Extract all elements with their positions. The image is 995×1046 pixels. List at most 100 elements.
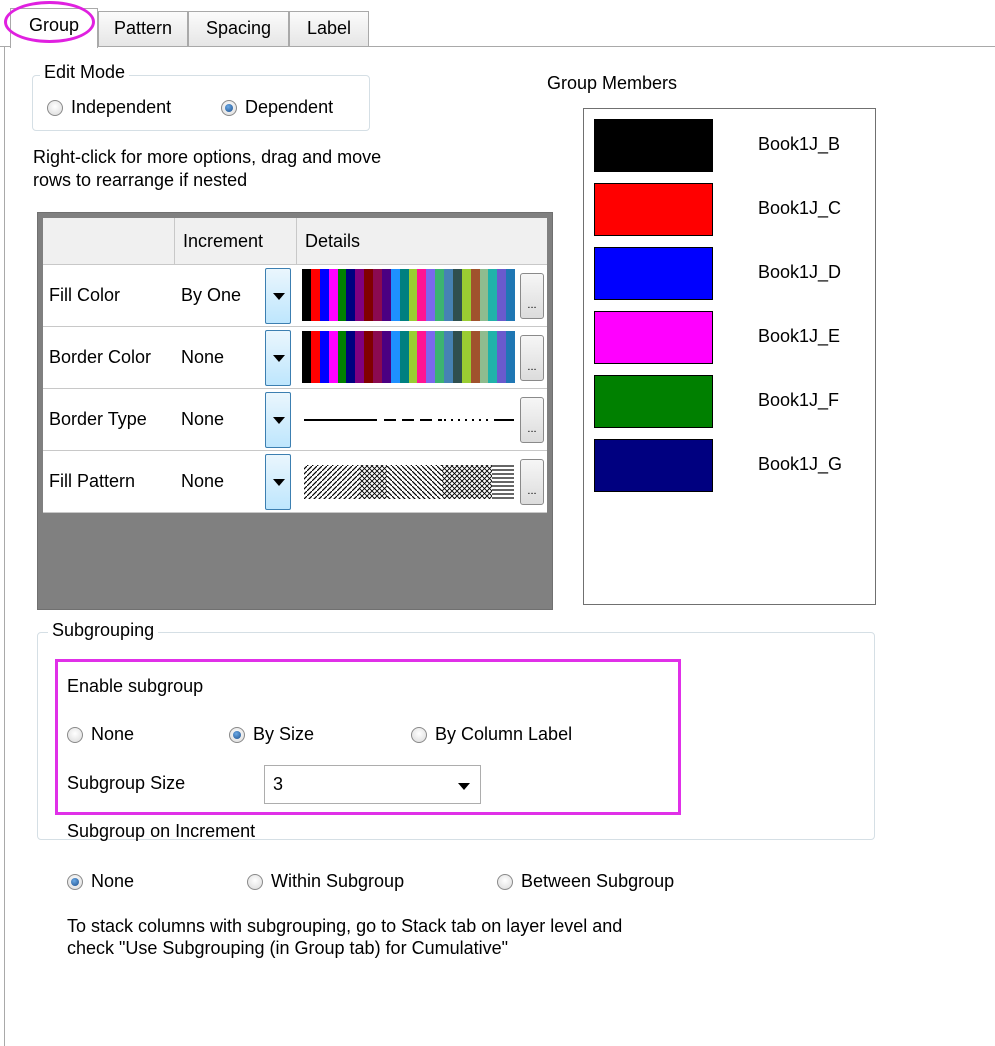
details-ellipsis-button[interactable]: ... [520, 459, 544, 505]
radio-dependent-circle[interactable] [221, 99, 237, 116]
color-list-stripe [417, 269, 427, 321]
member-color-swatch [594, 183, 713, 236]
member-label: Book1J_G [758, 454, 843, 474]
radio-dependent[interactable]: Dependent [221, 97, 333, 118]
color-list-stripe [479, 331, 489, 383]
color-list-stripe [461, 269, 471, 321]
color-list-stripe [390, 331, 400, 383]
fill-color-list-preview[interactable] [302, 269, 515, 321]
increment-dropdown-button[interactable] [265, 330, 291, 386]
grid-header: Increment Details [43, 218, 547, 265]
grid-row-fill-pattern[interactable]: Fill Pattern None ... [43, 451, 547, 513]
tab-strip-baseline [0, 46, 995, 47]
color-list-stripe [381, 269, 391, 321]
color-list-stripe [355, 331, 365, 383]
border-color-list-preview[interactable] [302, 331, 515, 383]
color-list-stripe [444, 331, 453, 383]
radio-independent-label: Independent [71, 97, 172, 117]
row-name: Border Color [49, 347, 152, 367]
line-style-list-preview[interactable] [302, 395, 515, 445]
member-color-swatch [594, 247, 713, 300]
enable-subgroup-label: Enable subgroup [67, 676, 204, 696]
radio-subgroup-by-size-label: By Size [253, 724, 315, 744]
color-list-stripe [497, 269, 507, 321]
member-color-swatch [594, 311, 713, 364]
color-list-stripe [444, 269, 453, 321]
color-list-stripe [390, 269, 400, 321]
color-list-stripe [408, 269, 418, 321]
color-list-stripe [346, 331, 356, 383]
color-list-stripe [488, 269, 498, 321]
grid-row-border-color[interactable]: Border Color None ... [43, 327, 547, 389]
color-list-stripe [408, 331, 418, 383]
color-list-stripe [373, 331, 382, 383]
grid-hint-line1: Right-click for more options, drag and m… [33, 147, 382, 167]
radio-subgroup-by-size-circle[interactable] [229, 726, 245, 743]
color-list-stripe [399, 269, 409, 321]
group-members-list[interactable]: Book1J_B Book1J_C Book1J_D Book1J_E Book… [583, 108, 876, 605]
subgroup-on-increment-label: Subgroup on Increment [67, 821, 256, 841]
member-label: Book1J_B [758, 134, 841, 154]
row-increment-value[interactable]: By One [181, 265, 241, 326]
color-list-stripe [417, 331, 427, 383]
tab-spacing[interactable]: Spacing [188, 11, 289, 46]
details-ellipsis-button[interactable]: ... [520, 335, 544, 381]
color-list-stripe [337, 331, 347, 383]
edit-mode-legend: Edit Mode [40, 62, 130, 83]
color-list-stripe [328, 269, 338, 321]
color-list-stripe [319, 269, 329, 321]
increment-dropdown-button[interactable] [265, 454, 291, 510]
radio-increment-none[interactable]: None [67, 871, 134, 892]
radio-subgroup-by-column-label-circle[interactable] [411, 726, 427, 743]
radio-increment-none-circle[interactable] [67, 873, 83, 890]
color-list-stripe [337, 269, 347, 321]
group-members-title: Group Members [547, 73, 678, 93]
member-label: Book1J_F [758, 390, 840, 410]
row-increment-value[interactable]: None [181, 327, 224, 388]
subgroup-size-combobox[interactable]: 3 [264, 765, 481, 804]
color-list-stripe [310, 269, 320, 321]
radio-increment-none-label: None [91, 871, 135, 891]
chevron-down-icon[interactable] [458, 783, 470, 790]
radio-increment-within-circle[interactable] [247, 873, 263, 890]
color-list-stripe [364, 269, 373, 321]
grid-row-border-type[interactable]: Border Type None ... [43, 389, 547, 451]
color-list-stripe [399, 331, 409, 383]
grid-row-fill-color[interactable]: Fill Color By One ... [43, 265, 547, 327]
radio-subgroup-by-column-label[interactable]: By Column Label [411, 724, 572, 745]
row-name: Fill Color [49, 285, 121, 305]
radio-subgroup-none-circle[interactable] [67, 726, 83, 743]
radio-increment-between[interactable]: Between Subgroup [497, 871, 674, 892]
pattern-list-preview[interactable] [302, 461, 515, 503]
radio-increment-within[interactable]: Within Subgroup [247, 871, 404, 892]
radio-subgroup-by-size[interactable]: By Size [229, 724, 314, 745]
tab-label[interactable]: Label [289, 11, 369, 46]
color-list-stripe [426, 331, 436, 383]
increment-dropdown-button[interactable] [265, 392, 291, 448]
row-name: Fill Pattern [49, 471, 136, 491]
row-increment-value[interactable]: None [181, 451, 224, 512]
radio-increment-between-circle[interactable] [497, 873, 513, 890]
row-name: Border Type [49, 409, 147, 429]
stack-note-line2: check "Use Subgrouping (in Group tab) fo… [67, 938, 508, 958]
radio-independent[interactable]: Independent [47, 97, 171, 118]
increment-grid[interactable]: Increment Details Fill Color By One ... … [37, 212, 553, 610]
member-label: Book1J_D [758, 262, 842, 282]
row-increment-value[interactable]: None [181, 389, 224, 450]
details-ellipsis-button[interactable]: ... [520, 397, 544, 443]
color-list-stripe [319, 331, 329, 383]
color-list-stripe [364, 331, 373, 383]
color-list-stripe [488, 331, 498, 383]
details-ellipsis-button[interactable]: ... [520, 273, 544, 319]
radio-independent-circle[interactable] [47, 99, 63, 116]
tab-group[interactable]: Group [10, 8, 98, 48]
member-label: Book1J_E [758, 326, 841, 346]
radio-subgroup-none[interactable]: None [67, 724, 134, 745]
tab-pattern[interactable]: Pattern [98, 11, 188, 46]
color-list-stripe [435, 269, 444, 321]
color-list-stripe [346, 269, 356, 321]
grid-header-details: Details [305, 231, 361, 251]
color-list-stripe [435, 331, 444, 383]
increment-dropdown-button[interactable] [265, 268, 291, 324]
color-list-stripe [506, 331, 515, 383]
